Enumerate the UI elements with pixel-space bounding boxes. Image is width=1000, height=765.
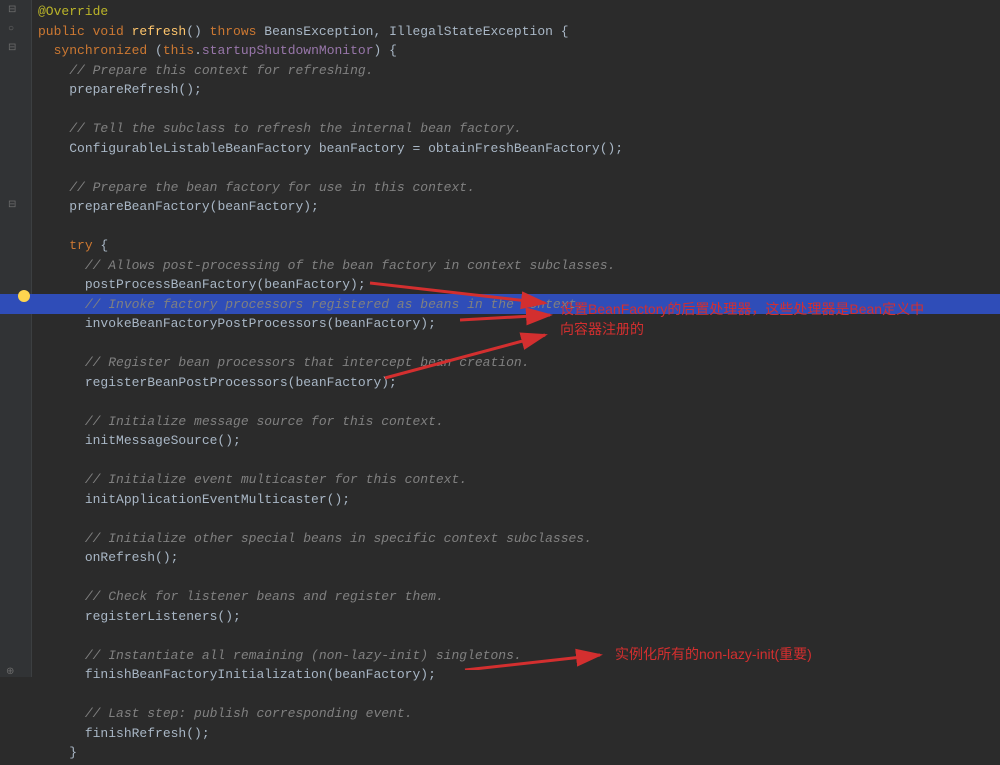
- code-editor[interactable]: @Override public void refresh() throws B…: [32, 0, 1000, 765]
- editor-gutter: ⊟ ○ ⊟ ⊟ ⊕: [0, 0, 32, 677]
- override-icon[interactable]: ○: [8, 22, 14, 37]
- annotation-label: 设置BeanFactory的后置处理器，这些处理器是Bean定义中 向容器注册的: [560, 300, 924, 339]
- fold-icon[interactable]: ⊟: [8, 198, 16, 213]
- annotation-label: 实例化所有的non-lazy-init(重要): [615, 645, 812, 665]
- annotation-text: @Override: [38, 4, 108, 19]
- fold-end-icon[interactable]: ⊕: [6, 665, 14, 680]
- fold-icon[interactable]: ⊟: [8, 3, 16, 18]
- intention-bulb-icon[interactable]: [18, 290, 30, 302]
- fold-icon[interactable]: ⊟: [8, 41, 16, 56]
